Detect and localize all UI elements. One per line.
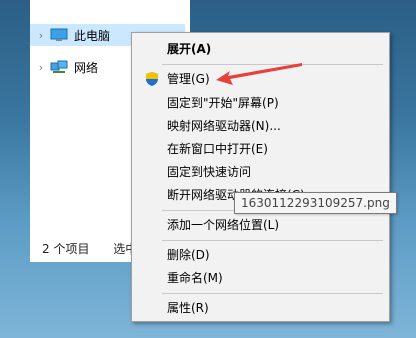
chevron-right-icon[interactable]: › bbox=[34, 61, 48, 74]
menu-item-pin-to-start[interactable]: 固定到"开始"屏幕(P) bbox=[132, 92, 389, 114]
filename-tooltip: 1630112293109257.png bbox=[234, 192, 397, 214]
menu-item-add-network-location[interactable]: 添加一个网络位置(L) bbox=[132, 214, 389, 236]
menu-item-delete[interactable]: 删除(D) bbox=[132, 244, 389, 266]
menu-item-rename[interactable]: 重命名(M) bbox=[132, 267, 389, 289]
item-count: 2 个项目 bbox=[42, 242, 90, 256]
status-bar: 2 个项目 选中 bbox=[42, 240, 137, 257]
menu-item-label: 管理(G) bbox=[167, 72, 210, 86]
menu-item-open-new-window[interactable]: 在新窗口中打开(E) bbox=[132, 138, 389, 160]
menu-item-pin-quick-access[interactable]: 固定到快速访问 bbox=[132, 161, 389, 183]
menu-separator bbox=[162, 293, 383, 294]
computer-icon bbox=[50, 28, 68, 41]
uac-shield-icon bbox=[146, 72, 158, 86]
menu-separator bbox=[162, 240, 383, 241]
menu-item-map-network-drive[interactable]: 映射网络驱动器(N)... bbox=[132, 115, 389, 137]
menu-item-properties[interactable]: 属性(R) bbox=[132, 297, 389, 319]
chevron-right-icon[interactable]: › bbox=[34, 29, 48, 42]
annotation-arrow-icon bbox=[216, 63, 302, 85]
network-icon bbox=[50, 60, 68, 73]
tree-item-label: 此电脑 bbox=[74, 28, 111, 43]
menu-item-expand[interactable]: 展开(A) bbox=[132, 38, 389, 60]
tree-item-label: 网络 bbox=[74, 60, 99, 75]
